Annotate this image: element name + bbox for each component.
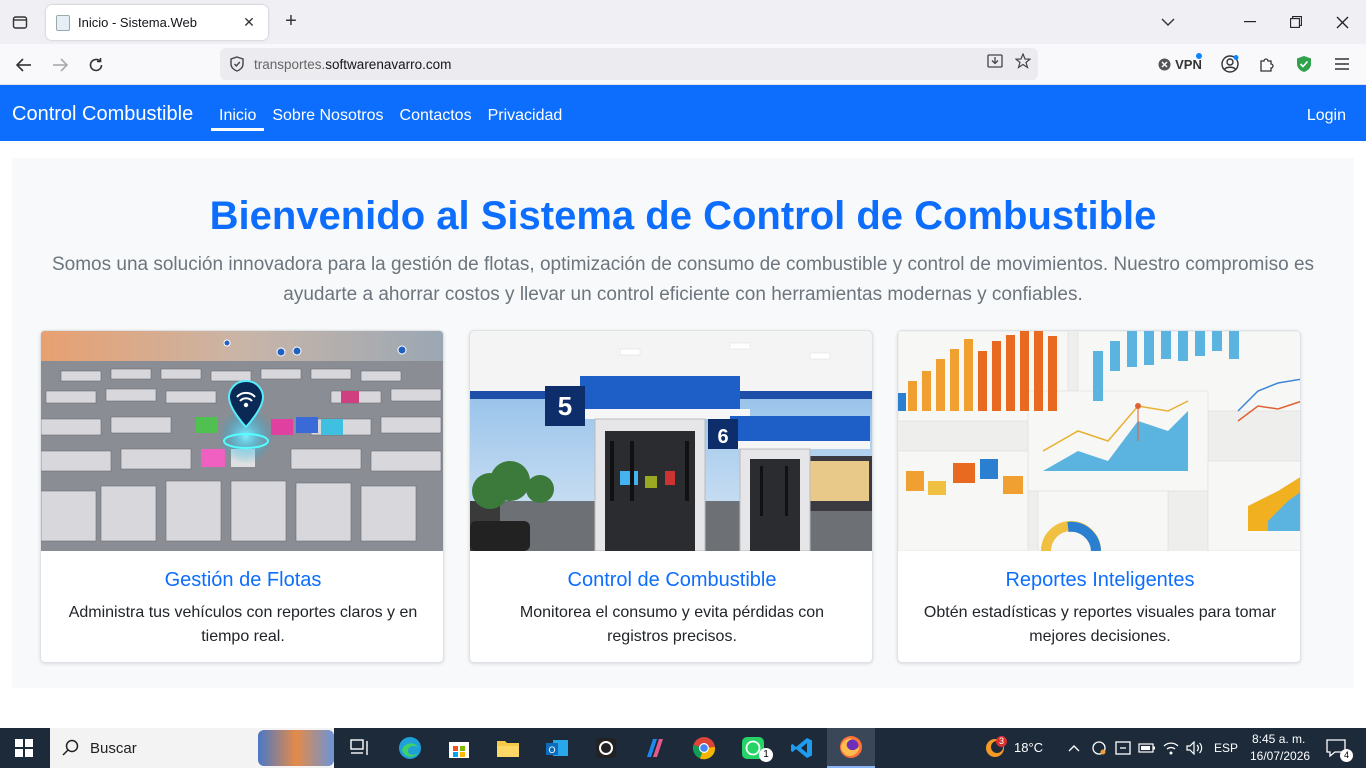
network-drive-icon[interactable] bbox=[1088, 728, 1110, 768]
chrome-icon[interactable] bbox=[680, 728, 728, 768]
browser-toolbar: transportes.softwarenavarro.com VPN bbox=[0, 44, 1366, 85]
hero-title: Bienvenido al Sistema de Control de Comb… bbox=[209, 194, 1157, 238]
forward-button[interactable] bbox=[47, 52, 73, 78]
weather-icon[interactable]: 3 bbox=[980, 728, 1010, 768]
card-title: Control de Combustible bbox=[567, 569, 777, 591]
search-highlight-image bbox=[258, 730, 334, 766]
back-button[interactable] bbox=[11, 52, 37, 78]
notifications-icon[interactable]: 4 bbox=[1318, 728, 1354, 768]
address-bar[interactable]: transportes.softwarenavarro.com bbox=[220, 48, 1038, 80]
hero-lead: Somos una solución innovadora para la ge… bbox=[51, 254, 1315, 305]
clock-date[interactable]: 16/07/2026 bbox=[1250, 749, 1310, 763]
clock-time[interactable]: 8:45 a. m. bbox=[1252, 732, 1305, 746]
card-title: Gestión de Flotas bbox=[164, 569, 322, 591]
show-hidden-icons-chevron-icon[interactable] bbox=[1064, 728, 1084, 768]
pump-number-6: 6 bbox=[717, 426, 728, 448]
whatsapp-icon[interactable]: 1 bbox=[729, 728, 777, 768]
windows-logo-icon bbox=[15, 739, 33, 757]
tab-list-icon[interactable] bbox=[8, 11, 32, 33]
card-gestion-flotas: Gestión de Flotas Administra tus vehícul… bbox=[40, 330, 444, 663]
login-link[interactable]: Login bbox=[1307, 107, 1346, 125]
hero-section: Bienvenido al Sistema de Control de Comb… bbox=[12, 158, 1354, 688]
card-title: Reportes Inteligentes bbox=[1005, 569, 1195, 591]
browser-tab-strip: Inicio - Sistema.Web ✕ + bbox=[0, 0, 1366, 44]
fleet-trucks-image bbox=[41, 331, 443, 551]
outlook-icon[interactable]: O bbox=[533, 728, 581, 768]
account-icon[interactable] bbox=[1218, 52, 1242, 76]
card-text: Obtén estadísticas y reportes visuales p… bbox=[923, 604, 1277, 645]
site-navbar: Control Combustible Inicio Sobre Nosotro… bbox=[0, 85, 1366, 141]
charts-report-image bbox=[898, 331, 1300, 551]
new-tab-button[interactable]: + bbox=[280, 10, 302, 34]
search-icon bbox=[62, 739, 79, 756]
card-control-combustible: 5 6 Control de Combustible Monitorea el … bbox=[469, 330, 873, 663]
nav-link-inicio[interactable]: Inicio bbox=[211, 85, 265, 131]
firefox-icon[interactable] bbox=[827, 728, 875, 768]
close-tab-icon[interactable]: ✕ bbox=[240, 14, 258, 31]
url-domain: softwarenavarro.com bbox=[325, 56, 452, 72]
search-label: Buscar bbox=[90, 739, 137, 757]
bookmark-star-icon[interactable] bbox=[1012, 50, 1034, 72]
tab-title: Inicio - Sistema.Web bbox=[78, 15, 197, 30]
browser-tab-active[interactable]: Inicio - Sistema.Web ✕ bbox=[46, 5, 268, 40]
minimize-window-button[interactable] bbox=[1230, 8, 1270, 36]
app-icon[interactable] bbox=[582, 728, 630, 768]
card-reportes-inteligentes: Reportes Inteligentes Obtén estadísticas… bbox=[897, 330, 1301, 663]
maximize-window-button[interactable] bbox=[1276, 8, 1316, 36]
nav-link-contactos[interactable]: Contactos bbox=[392, 85, 480, 131]
vpn-button[interactable]: VPN bbox=[1152, 52, 1208, 76]
wifi-icon[interactable] bbox=[1160, 728, 1182, 768]
close-window-button[interactable] bbox=[1322, 8, 1362, 36]
file-explorer-icon[interactable] bbox=[484, 728, 532, 768]
device-icon[interactable] bbox=[1112, 728, 1134, 768]
volume-icon[interactable] bbox=[1184, 728, 1206, 768]
save-page-icon[interactable] bbox=[984, 50, 1006, 72]
tab-overflow-chevron-icon[interactable] bbox=[1148, 8, 1188, 36]
nav-links: Inicio Sobre Nosotros Contactos Privacid… bbox=[211, 85, 570, 141]
extensions-puzzle-icon[interactable] bbox=[1255, 52, 1279, 76]
vpn-off-icon bbox=[1158, 58, 1171, 70]
url-subdomain: transportes. bbox=[254, 56, 326, 72]
gas-station-image: 5 6 bbox=[470, 331, 872, 551]
menu-hamburger-icon[interactable] bbox=[1330, 52, 1354, 76]
whatsapp-badge: 1 bbox=[759, 748, 773, 762]
input-language[interactable]: ESP bbox=[1214, 741, 1238, 755]
nav-link-privacidad[interactable]: Privacidad bbox=[480, 85, 571, 131]
copilot-icon[interactable] bbox=[631, 728, 679, 768]
url-text: transportes.softwarenavarro.com bbox=[254, 57, 451, 72]
card-text: Administra tus vehículos con reportes cl… bbox=[68, 604, 418, 645]
notifications-badge: 4 bbox=[1340, 749, 1353, 762]
microsoft-store-icon[interactable] bbox=[435, 728, 483, 768]
weather-temperature[interactable]: 18°C bbox=[1014, 740, 1043, 755]
nav-link-sobre-nosotros[interactable]: Sobre Nosotros bbox=[264, 85, 391, 131]
site-security-shield-icon[interactable] bbox=[228, 55, 246, 73]
reload-button[interactable] bbox=[83, 52, 109, 78]
privacy-shield-extension-icon[interactable] bbox=[1292, 52, 1316, 76]
vscode-icon[interactable] bbox=[778, 728, 826, 768]
edge-browser-icon[interactable] bbox=[386, 728, 434, 768]
page-favicon-icon bbox=[56, 14, 70, 31]
navbar-brand[interactable]: Control Combustible bbox=[12, 103, 193, 126]
weather-badge: 3 bbox=[996, 736, 1007, 747]
pump-number-5: 5 bbox=[558, 391, 572, 421]
task-view-icon[interactable] bbox=[336, 728, 384, 768]
windows-taskbar: Buscar O 1 3 18°C ESP 8:45 a. m. 16/07/2… bbox=[0, 728, 1366, 768]
svg-text:O: O bbox=[548, 745, 555, 755]
taskbar-search-box[interactable]: Buscar bbox=[50, 728, 334, 768]
start-button[interactable] bbox=[0, 728, 48, 768]
battery-icon[interactable] bbox=[1136, 728, 1158, 768]
card-text: Monitorea el consumo y evita pérdidas co… bbox=[519, 604, 825, 645]
